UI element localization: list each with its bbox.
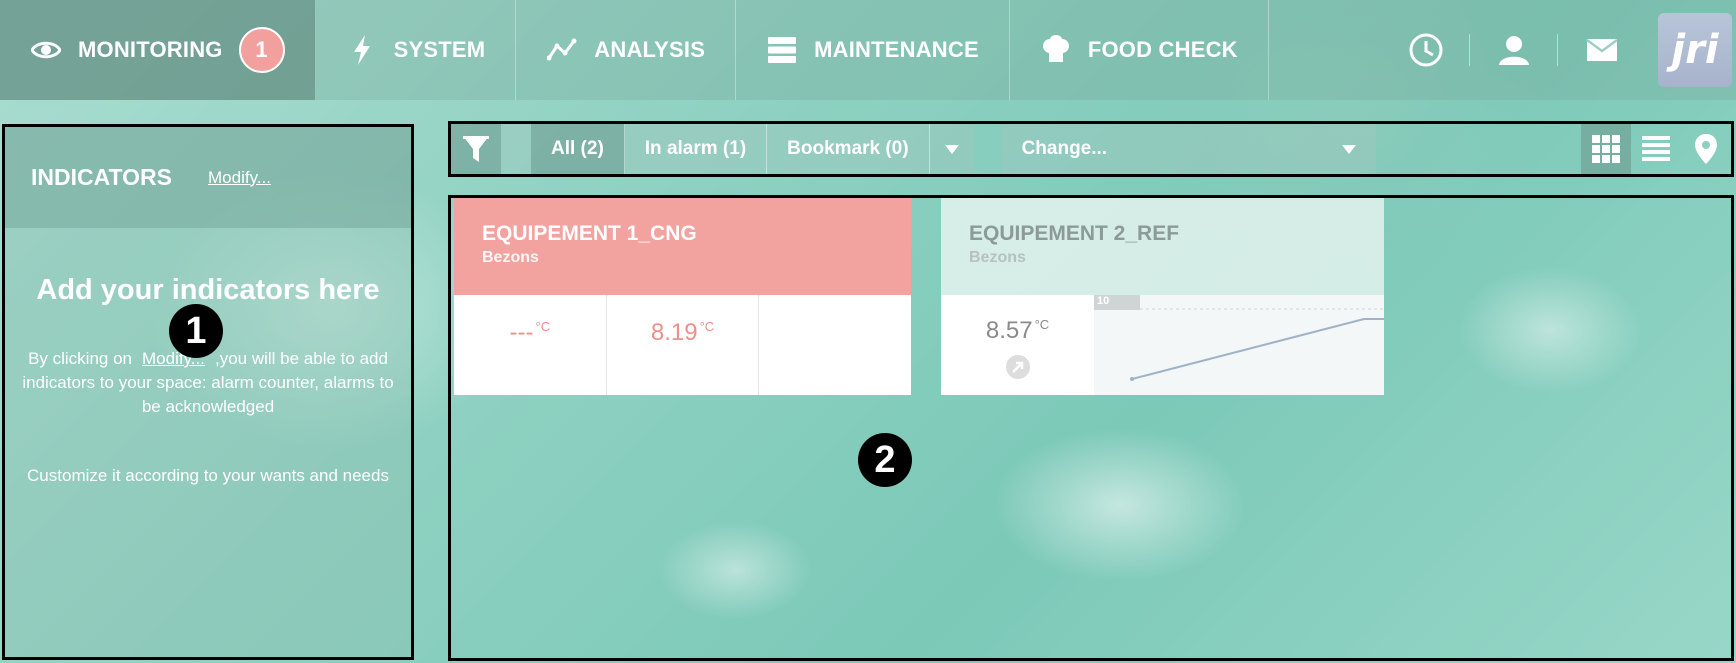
nav-label-monitoring: MONITORING	[78, 37, 223, 62]
nav-label-maintenance: MAINTENANCE	[814, 37, 979, 62]
user-icon	[1499, 36, 1529, 65]
utility-menu: jri	[1382, 0, 1736, 100]
nav-label-analysis: ANALYSIS	[594, 37, 706, 62]
sparkline-chart: 10	[1094, 295, 1384, 395]
sensor-value: 8.57	[985, 317, 1033, 344]
annotation-marker-1: 1	[169, 304, 223, 358]
map-pin-icon	[1695, 134, 1717, 164]
user-button[interactable]	[1470, 0, 1558, 100]
alarm-count-badge: 1	[238, 27, 285, 73]
history-button[interactable]	[1382, 0, 1470, 100]
equipment-area: EQUIPEMENT 1_CNG Bezons --- °C 8.19 °C EQU…	[448, 195, 1734, 661]
trend-line-icon	[546, 34, 578, 66]
filter-button[interactable]	[451, 124, 501, 174]
change-select[interactable]: Change...	[1001, 124, 1376, 174]
nav-label-food-check: FOOD CHECK	[1087, 37, 1238, 62]
filter-icon	[463, 136, 489, 162]
server-icon	[766, 34, 798, 66]
sparkline	[1130, 308, 1384, 381]
equipment-card[interactable]: EQUIPEMENT 1_CNG Bezons --- °C 8.19 °C	[454, 198, 911, 395]
equipment-name: EQUIPEMENT 1_CNG	[482, 222, 697, 245]
sensor-value-cell: 8.57 °C	[941, 295, 1094, 395]
sensor-value: 8.19	[650, 319, 698, 346]
filter-toolbar: All (2) In alarm (1) Bookmark (0) Change…	[448, 121, 1734, 177]
tab-in-alarm[interactable]: In alarm (1)	[624, 124, 768, 174]
equipment-site: Bezons	[969, 249, 1026, 266]
annotation-marker-2: 2	[858, 433, 912, 487]
tab-bookmark[interactable]: Bookmark (0)	[767, 124, 930, 174]
indicators-customize-text: Customize it according to your wants and…	[27, 466, 389, 485]
unit-label: °C	[699, 319, 715, 334]
grid-view-icon	[1592, 135, 1620, 163]
trend-arrow-icon	[1005, 355, 1030, 379]
clock-icon	[1409, 33, 1443, 67]
equipment-card-header: EQUIPEMENT 2_REF Bezons	[941, 198, 1384, 295]
nav-item-food-check[interactable]: FOOD CHECK	[1010, 0, 1269, 100]
indicators-description: By clicking on Modify... ,you will be able…	[17, 347, 399, 419]
indicators-panel: INDICATORS Modify... Add your indicators…	[2, 124, 414, 660]
sensor-value-cell: --- °C	[454, 295, 607, 395]
nav-label-system: SYSTEM	[393, 37, 486, 62]
equipment-site: Bezons	[482, 249, 539, 266]
desc-before: By clicking on	[28, 349, 132, 368]
sensor-value-cell-empty	[759, 295, 911, 395]
tab-all[interactable]: All (2)	[531, 124, 625, 174]
equipment-values: 8.57 °C 10	[941, 295, 1384, 395]
nav-item-maintenance[interactable]: MAINTENANCE	[736, 0, 1010, 100]
unit-label: °C	[1034, 317, 1050, 332]
eye-icon	[30, 34, 62, 66]
list-view-button[interactable]	[1631, 124, 1681, 174]
indicators-heading: Add your indicators here	[36, 274, 380, 306]
unit-label: °C	[535, 319, 551, 334]
messages-button[interactable]	[1558, 0, 1646, 100]
list-view-icon	[1642, 136, 1670, 161]
toolbar-spacer	[501, 124, 531, 174]
equipment-values: --- °C 8.19 °C	[454, 295, 911, 395]
indicators-title: INDICATORS	[31, 164, 172, 190]
jri-logo[interactable]: jri	[1658, 13, 1732, 87]
nav-item-system[interactable]: SYSTEM	[316, 0, 517, 100]
grid-view-button[interactable]	[1581, 124, 1631, 174]
map-view-button[interactable]	[1681, 124, 1731, 174]
equipment-card[interactable]: EQUIPEMENT 2_REF Bezons 8.57 °C 10	[941, 198, 1384, 395]
equipment-card-header: EQUIPEMENT 1_CNG Bezons	[454, 198, 911, 295]
sensor-value: ---	[509, 319, 534, 346]
sensor-value-cell: 8.19 °C	[607, 295, 760, 395]
indicators-header: INDICATORS Modify...	[5, 127, 411, 228]
nav-item-monitoring[interactable]: MONITORING 1	[0, 0, 316, 100]
mail-icon	[1586, 38, 1618, 61]
nav-item-analysis[interactable]: ANALYSIS	[516, 0, 737, 100]
change-select-label: Change...	[1021, 138, 1108, 159]
tabs-more-button[interactable]	[929, 124, 974, 174]
modify-indicators-link[interactable]: Modify...	[208, 168, 271, 188]
chevron-down-icon	[1341, 144, 1356, 154]
view-switcher	[1581, 124, 1731, 174]
chef-hat-icon	[1040, 34, 1072, 66]
equipment-name: EQUIPEMENT 2_REF	[969, 222, 1180, 245]
caret-down-icon	[944, 144, 959, 154]
lightning-icon	[346, 34, 378, 66]
